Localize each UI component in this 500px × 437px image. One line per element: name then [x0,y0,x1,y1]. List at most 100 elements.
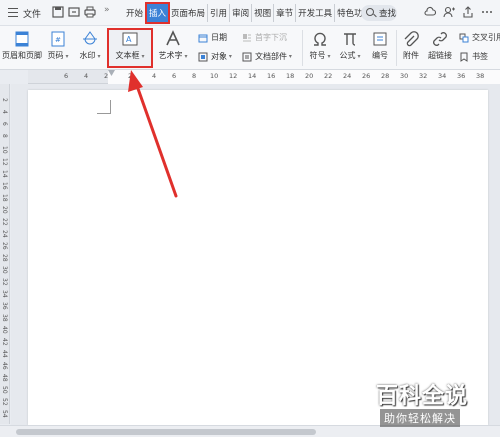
ribbon-tabs: 开始 插入 页面布局 引用 审阅 视图 章节 开发工具 特色功能 [124,2,373,24]
tab-review[interactable]: 审阅 [230,4,253,22]
user-share-icon[interactable] [443,6,455,18]
ruler-tick: 26 [362,72,371,80]
page-number-icon: # [49,30,67,48]
ruler-tick: 54 [1,410,8,418]
tab-home[interactable]: 开始 [124,4,147,22]
more-icon[interactable]: » [104,5,116,17]
ruler-tick: 28 [381,72,390,80]
tab-page-layout[interactable]: 页面布局 [169,4,209,22]
ruler-tick: 38 [1,314,8,322]
symbol-button[interactable]: 符号 [308,30,332,61]
ruler-tick: 34 [1,290,8,298]
watermark-subtitle: 助你轻松解决 [380,409,460,427]
ruler-tick: 44 [1,350,8,358]
cross-reference-button[interactable]: 交叉引用 [459,32,500,43]
calendar-icon [198,34,208,42]
menu-icon[interactable] [8,8,18,17]
hyperlink-button[interactable]: 超链接 [426,30,454,61]
header-footer-button[interactable]: 页眉和页脚 [2,30,42,61]
paperclip-icon [402,30,420,48]
attachment-button[interactable]: 附件 [400,30,422,61]
ruler-tick: 8 [192,72,197,80]
export-icon[interactable] [68,6,80,18]
ruler-tick: 42 [1,338,8,346]
menu-bar: 文件 » 开始 插入 页面布局 引用 审阅 视图 章节 开发工具 特色功能 查找 [0,0,500,26]
search-icon [366,8,374,16]
word-art-label: 艺术字 [156,50,190,61]
attachment-label: 附件 [403,51,419,60]
tab-developer[interactable]: 开发工具 [296,4,336,22]
ribbon-divider [302,30,303,66]
ruler-tick: 36 [1,302,8,310]
ruler-tick: 4 [1,110,8,114]
ruler-tick: 48 [1,374,8,382]
header-footer-icon [13,30,31,48]
save-icon[interactable] [52,6,64,18]
pi-icon [341,30,359,48]
drop-cap-icon [243,33,251,41]
text-box-icon: A [121,30,139,48]
ribbon-divider [396,30,397,66]
ruler-tick: 14 [248,72,257,80]
ruler-tick: 30 [1,266,8,274]
site-watermark: 百科全说 助你轻松解决 [368,378,494,430]
page-number-button[interactable]: # 页码 [46,30,70,61]
file-menu[interactable]: 文件 [23,7,41,20]
ruler-tick: 16 [1,182,8,190]
numbering-button[interactable]: 编号 [368,30,392,61]
print-icon[interactable] [84,6,96,18]
margin-corner-mark [97,100,111,114]
bookmark-label: 书签 [472,52,488,61]
object-button[interactable]: 对象 ▾ [198,51,232,62]
formula-button[interactable]: 公式 [338,30,362,61]
drop-cap-label: 首字下沉 [255,33,287,42]
doc-parts-button[interactable]: 文档部件 ▾ [242,51,292,62]
ruler-tick: 2 [1,98,8,102]
watermark-title: 百科全说 [376,384,469,409]
text-box-label: 文本框 [112,50,148,61]
ruler-tick: 30 [400,72,409,80]
ruler-tick: 26 [1,242,8,250]
bookmark-button[interactable]: 书签 [459,51,488,62]
more-options-icon[interactable] [481,6,493,18]
symbol-label: 符号 [308,50,332,61]
horizontal-ruler[interactable]: 6 4 2 2 4 6 8 10 12 14 16 18 20 22 24 26… [28,70,500,84]
formula-label: 公式 [338,50,362,61]
tab-chapter[interactable]: 章节 [274,4,297,22]
ruler-tick: 2 [104,72,109,80]
ruler-tick: 20 [305,72,314,80]
watermark-button[interactable]: 水印 [78,30,102,61]
omega-icon [311,30,329,48]
vertical-ruler[interactable]: 2 4 6 8 10 12 14 16 18 20 22 24 26 28 30… [0,84,10,424]
watermark-icon [81,30,99,48]
ruler-tick: 12 [1,158,8,166]
text-box-button[interactable]: A 文本框 [112,30,148,61]
date-button[interactable]: 日期 [198,32,227,43]
tab-view[interactable]: 视图 [252,4,275,22]
ruler-tick: 24 [1,230,8,238]
drop-cap-button: 首字下沉 [242,32,287,43]
tab-references[interactable]: 引用 [208,4,231,22]
share-icon[interactable] [462,6,474,18]
ruler-tick: 6 [172,72,177,80]
ruler-tick: 22 [324,72,333,80]
ruler-tick: 34 [438,72,447,80]
object-icon [198,52,208,61]
link-icon [431,30,449,48]
ruler-tick: 40 [1,326,8,334]
numbering-label: 编号 [372,51,388,60]
search-button[interactable]: 查找 [361,5,397,21]
word-art-button[interactable]: 艺术字 [156,30,190,61]
document-page[interactable] [28,90,488,425]
tab-insert[interactable]: 插入 [145,2,171,24]
cloud-icon[interactable] [424,6,437,18]
ruler-tick: 52 [1,398,8,406]
ruler-tick: 4 [152,72,157,80]
ruler-tick: 10 [1,146,8,154]
scrollbar-thumb[interactable] [16,429,316,435]
ruler-tick: 22 [1,218,8,226]
hyperlink-label: 超链接 [428,51,452,60]
ruler-tick: 14 [1,170,8,178]
bookmark-icon [460,52,468,62]
ruler-tick: 24 [343,72,352,80]
